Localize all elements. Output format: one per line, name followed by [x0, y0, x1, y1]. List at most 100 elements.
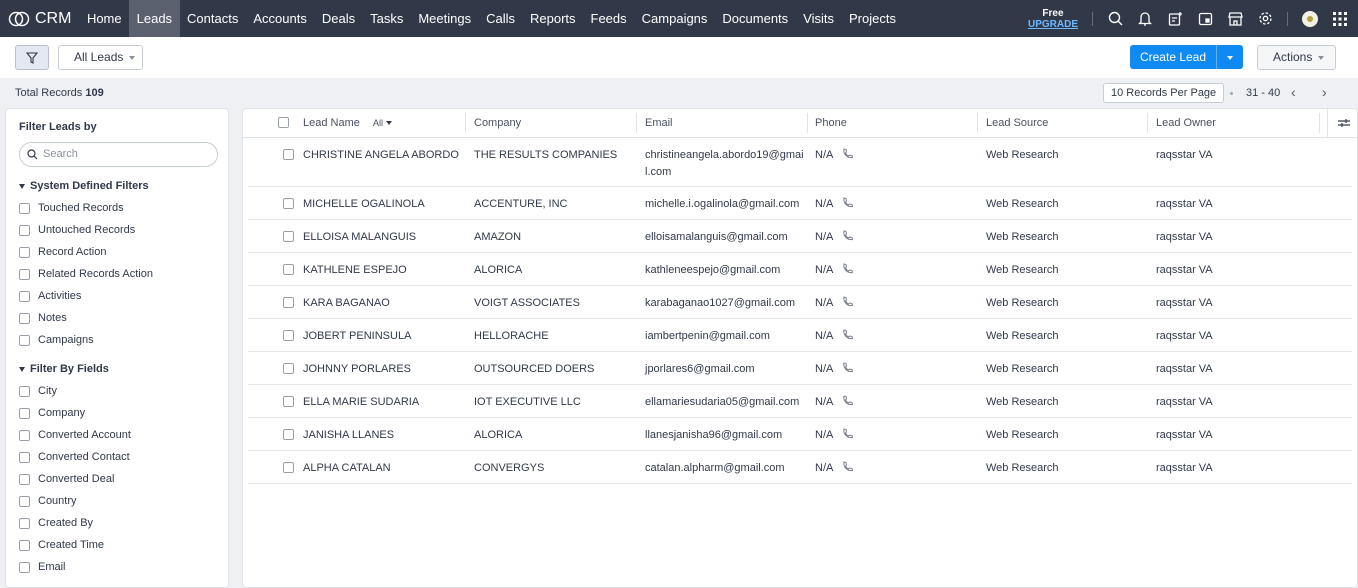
lead-name-link[interactable]: KATHLENE ESPEJO — [303, 262, 407, 279]
email-link[interactable]: catalan.alpharm@gmail.com — [645, 460, 805, 477]
filter-checkbox[interactable] — [19, 451, 30, 463]
table-row[interactable]: ELLOISA MALANGUIS AMAZON elloisamalanguis@… — [248, 220, 1352, 253]
system-filters-toggle[interactable]: System Defined Filters — [19, 180, 149, 192]
email-link[interactable]: iambertpenin@gmail.com — [645, 328, 805, 345]
phone-icon[interactable] — [842, 197, 854, 208]
row-checkbox[interactable] — [283, 429, 294, 440]
filter-item[interactable]: Created By — [19, 517, 93, 529]
email-link[interactable]: jporlares6@gmail.com — [645, 361, 805, 378]
email-link[interactable]: karabaganao1027@gmail.com — [645, 295, 805, 312]
filter-checkbox[interactable] — [19, 290, 30, 302]
select-all-checkbox[interactable] — [278, 117, 289, 128]
table-row[interactable]: MICHELLE OGALINOLA ACCENTURE, INC michelle… — [248, 187, 1352, 220]
filter-checkbox[interactable] — [19, 312, 30, 324]
nav-tab-accounts[interactable]: Accounts — [246, 0, 314, 37]
lead-name-link[interactable]: JOHNNY PORLARES — [303, 361, 411, 378]
filter-item[interactable]: Email — [19, 561, 66, 573]
filter-item[interactable]: Touched Records — [19, 202, 124, 214]
row-checkbox[interactable] — [283, 264, 294, 275]
lead-name-link[interactable]: MICHELLE OGALINOLA — [303, 196, 425, 213]
row-checkbox[interactable] — [283, 198, 294, 209]
phone-icon[interactable] — [842, 362, 854, 373]
next-page-button[interactable]: › — [1322, 84, 1327, 100]
filter-item[interactable]: Country — [19, 495, 77, 507]
upgrade-link[interactable]: UPGRADE — [1028, 19, 1078, 30]
phone-icon[interactable] — [842, 461, 854, 472]
row-checkbox[interactable] — [283, 363, 294, 374]
nav-tab-visits[interactable]: Visits — [796, 0, 842, 37]
name-filter-select[interactable]: All — [373, 118, 383, 128]
filter-checkbox[interactable] — [19, 561, 30, 573]
email-link[interactable]: llanesjanisha96@gmail.com — [645, 427, 805, 444]
table-row[interactable]: KATHLENE ESPEJO ALORICA kathleneespejo@gma… — [248, 253, 1352, 286]
phone-icon[interactable] — [842, 148, 854, 159]
table-row[interactable]: JANISHA LLANES ALORICA llanesjanisha96@gma… — [248, 418, 1352, 451]
filter-item[interactable]: Created Time — [19, 539, 104, 551]
filter-item[interactable]: Activities — [19, 290, 81, 302]
table-row[interactable]: CHRISTINE ANGELA ABORDO THE RESULTS COMPA… — [248, 138, 1352, 187]
create-lead-dropdown[interactable] — [1217, 45, 1243, 69]
table-row[interactable]: ALPHA CATALAN CONVERGYS catalan.alpharm@gm… — [248, 451, 1352, 484]
filter-checkbox[interactable] — [19, 246, 30, 258]
filter-checkbox[interactable] — [19, 334, 30, 346]
table-row[interactable]: KARA BAGANAO VOIGT ASSOCIATES karabaganao1… — [248, 286, 1352, 319]
header-email[interactable]: Email — [645, 109, 673, 137]
table-row[interactable]: ELLA MARIE SUDARIA IOT EXECUTIVE LLC ellam… — [248, 385, 1352, 418]
filter-checkbox[interactable] — [19, 224, 30, 236]
filter-checkbox[interactable] — [19, 385, 30, 397]
filter-item[interactable]: Converted Deal — [19, 473, 114, 485]
apps-grid-icon[interactable] — [1332, 11, 1348, 27]
header-phone[interactable]: Phone — [815, 109, 847, 137]
filter-item[interactable]: Record Action — [19, 246, 106, 258]
nav-tab-home[interactable]: Home — [79, 0, 129, 37]
marketplace-icon[interactable] — [1227, 11, 1243, 27]
phone-icon[interactable] — [842, 296, 854, 307]
phone-icon[interactable] — [842, 428, 854, 439]
lead-name-link[interactable]: ELLOISA MALANGUIS — [303, 229, 416, 246]
header-lead-source[interactable]: Lead Source — [986, 109, 1048, 137]
header-company[interactable]: Company — [474, 109, 521, 137]
prev-page-button[interactable]: ‹ — [1291, 84, 1296, 100]
nav-tab-meetings[interactable]: Meetings — [411, 0, 479, 37]
filter-checkbox[interactable] — [19, 407, 30, 419]
lead-name-link[interactable]: ALPHA CATALAN — [303, 460, 391, 477]
nav-tab-tasks[interactable]: Tasks — [363, 0, 411, 37]
email-link[interactable]: elloisamalanguis@gmail.com — [645, 229, 805, 246]
nav-tab-contacts[interactable]: Contacts — [180, 0, 246, 37]
row-checkbox[interactable] — [283, 231, 294, 242]
email-link[interactable]: kathleneespejo@gmail.com — [645, 262, 805, 279]
filter-item[interactable]: Converted Account — [19, 429, 131, 441]
lead-name-link[interactable]: ELLA MARIE SUDARIA — [303, 394, 419, 411]
header-lead-name[interactable]: Lead Name All — [303, 109, 392, 137]
nav-tab-projects[interactable]: Projects — [842, 0, 904, 37]
filter-checkbox[interactable] — [19, 517, 30, 529]
phone-icon[interactable] — [842, 395, 854, 406]
filter-checkbox[interactable] — [19, 473, 30, 485]
lead-name-link[interactable]: JOBERT PENINSULA — [303, 328, 411, 345]
row-checkbox[interactable] — [283, 297, 294, 308]
filter-search-input[interactable]: Search — [19, 142, 218, 167]
view-select[interactable]: All Leads — [58, 45, 143, 70]
gear-icon[interactable] — [1257, 11, 1273, 27]
filter-item[interactable]: Related Records Action — [19, 268, 153, 280]
field-filters-toggle[interactable]: Filter By Fields — [19, 363, 109, 375]
filter-item[interactable]: Untouched Records — [19, 224, 135, 236]
phone-icon[interactable] — [842, 329, 854, 340]
email-link[interactable]: christineangela.abordo19@gmail.com — [645, 147, 805, 181]
search-icon[interactable] — [1107, 11, 1123, 27]
filter-checkbox[interactable] — [19, 495, 30, 507]
lead-name-link[interactable]: CHRISTINE ANGELA ABORDO — [303, 147, 459, 164]
header-lead-owner[interactable]: Lead Owner — [1156, 109, 1216, 137]
create-lead-button[interactable]: Create Lead — [1130, 45, 1217, 69]
row-checkbox[interactable] — [283, 462, 294, 473]
filter-checkbox[interactable] — [19, 268, 30, 280]
table-row[interactable]: JOBERT PENINSULA HELLORACHE iambertpenin@g… — [248, 319, 1352, 352]
filter-toggle-button[interactable] — [15, 45, 49, 70]
nav-tab-deals[interactable]: Deals — [314, 0, 362, 37]
email-link[interactable]: michelle.i.ogalinola@gmail.com — [645, 196, 805, 213]
actions-button[interactable]: Actions — [1257, 45, 1336, 70]
column-settings-icon[interactable] — [1337, 118, 1351, 128]
avatar[interactable] — [1302, 10, 1318, 27]
filter-checkbox[interactable] — [19, 429, 30, 441]
lead-name-link[interactable]: KARA BAGANAO — [303, 295, 390, 312]
